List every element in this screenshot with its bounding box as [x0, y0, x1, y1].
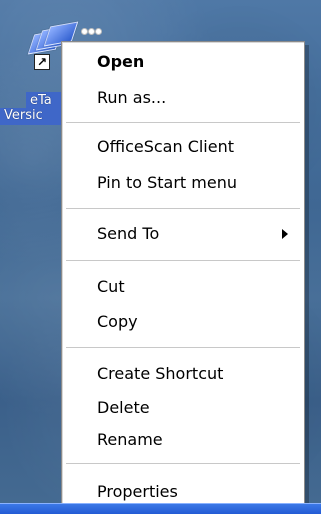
overlay-dot-icon [81, 28, 88, 35]
submenu-arrow-icon [282, 229, 288, 239]
menu-item-officescan-client[interactable]: OfficeScan Client [97, 133, 288, 161]
menu-item-open[interactable]: Open [97, 48, 288, 76]
menu-separator [66, 208, 300, 209]
menu-separator [66, 260, 300, 261]
menu-separator [66, 347, 300, 348]
menu-separator [66, 463, 300, 464]
menu-item-properties[interactable]: Properties [97, 478, 288, 506]
menu-separator [66, 122, 300, 123]
overlay-dot-icon [88, 28, 95, 35]
menu-item-label: Send To [97, 224, 160, 243]
menu-top-overlay [81, 28, 102, 38]
menu-item-label: Copy [97, 312, 138, 331]
menu-item-label: OfficeScan Client [97, 137, 235, 156]
menu-item-label: Delete [97, 398, 150, 417]
context-menu: Open Run as... OfficeScan Client Pin to … [61, 28, 305, 510]
menu-item-label: Run as... [97, 88, 167, 107]
menu-item-send-to[interactable]: Send To [97, 220, 288, 248]
menu-item-pin-to-start-menu[interactable]: Pin to Start menu [97, 169, 288, 197]
desktop-background: ↗ eTa Versic Open Run as... OfficeScan C… [0, 0, 321, 514]
overlay-dot-icon [95, 28, 102, 35]
menu-item-cut[interactable]: Cut [97, 273, 288, 301]
menu-item-label: Properties [97, 482, 178, 501]
menu-item-create-shortcut[interactable]: Create Shortcut [97, 360, 288, 388]
menu-item-label: Cut [97, 277, 125, 296]
menu-item-label: Pin to Start menu [97, 173, 237, 192]
menu-item-label: Open [97, 52, 145, 71]
menu-item-label: Create Shortcut [97, 364, 224, 383]
menu-item-copy[interactable]: Copy [97, 308, 288, 336]
menu-item-rename[interactable]: Rename [97, 426, 288, 454]
menu-item-run-as[interactable]: Run as... [97, 84, 288, 112]
taskbar-strip [0, 503, 321, 514]
desktop-shortcut[interactable]: ↗ eTa Versic [0, 0, 79, 160]
menu-item-label: Rename [97, 430, 163, 449]
shortcut-arrow-icon: ↗ [34, 54, 50, 70]
desktop-icon-label-line-2: Versic [0, 108, 64, 125]
menu-item-delete[interactable]: Delete [97, 394, 288, 422]
